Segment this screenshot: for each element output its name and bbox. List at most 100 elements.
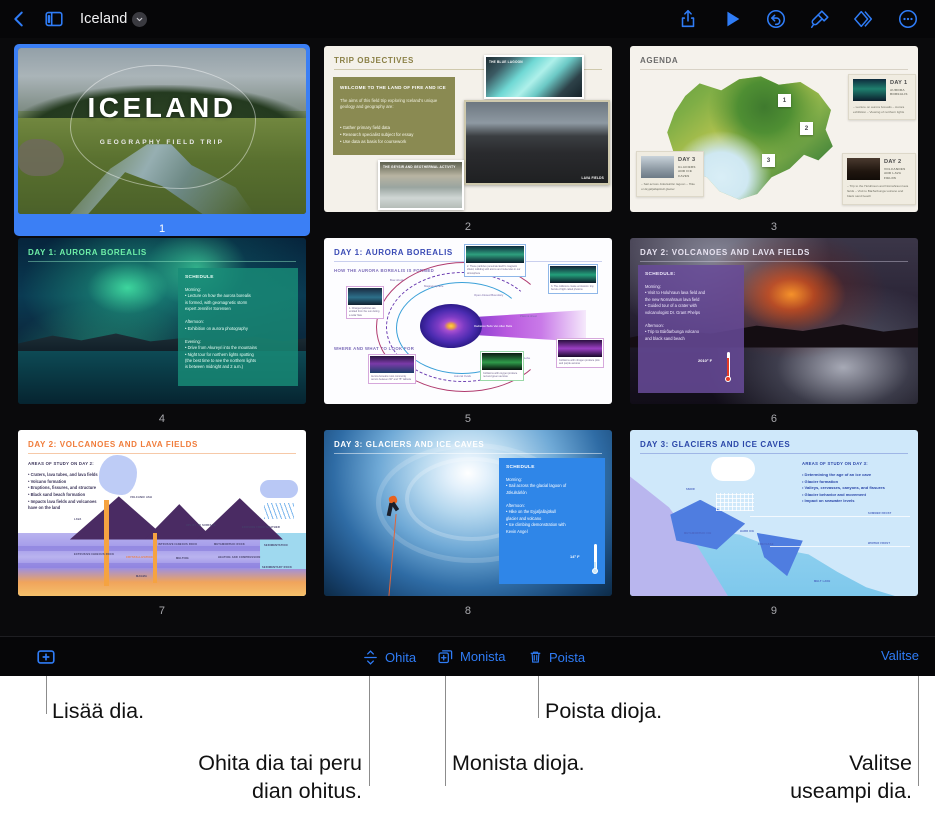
leader-line-duplicate-slide — [445, 676, 447, 786]
callout-box-5: Collisions with oxygen produce red and g… — [480, 351, 524, 381]
undo-icon[interactable] — [765, 8, 787, 30]
photo-caption: LAVA FIELDS — [581, 175, 604, 180]
slide-thumbnail-9[interactable]: DAY 3: GLACIERS AND ICE CAVES AREAS OF S… — [626, 430, 922, 617]
skip-slide-button[interactable]: Ohita — [362, 648, 416, 667]
card-subject: VOLCANOES AND LAVA FIELDS — [884, 167, 906, 180]
document-title-menu[interactable]: Iceland — [80, 11, 148, 27]
leader-line-skip-slide — [369, 676, 371, 786]
box-text: Collisions with nitrogen produce pink an… — [559, 358, 600, 366]
slide-navigator-grid[interactable]: ICELAND GEOGRAPHY FIELD TRIP 1 TRIP OBJE… — [0, 38, 935, 636]
box-text: 1. Charged particles are emitted from th… — [349, 306, 380, 317]
map-pin: 3 — [762, 154, 775, 167]
card-subject: GLACIERS AND ICE CAVES — [678, 165, 696, 178]
diagram-label: CRYSTALLIZATION — [126, 556, 153, 559]
areas-heading: AREAS OF STUDY ON DAY 3: — [802, 461, 868, 466]
slide-thumbnail-8[interactable]: DAY 3: GLACIERS AND ICE CAVES SCHEDULE M… — [320, 430, 616, 617]
photo-lava-fields: LAVA FIELDS — [464, 100, 610, 185]
chevron-down-icon[interactable] — [132, 11, 148, 27]
slide-4-canvas: DAY 1: AURORA BOREALIS SCHEDULE Morning:… — [18, 238, 306, 404]
slide-number: 1 — [158, 223, 166, 235]
slide-8-frame[interactable]: DAY 3: GLACIERS AND ICE CAVES SCHEDULE M… — [320, 430, 616, 600]
annotation: Bow shock — [390, 278, 404, 282]
skip-slide-icon[interactable] — [362, 648, 379, 667]
slide-thumbnail-6[interactable]: DAY 2: VOLCANOES AND LAVA FIELDS SCHEDUL… — [626, 238, 922, 425]
annotation: Radiation Belts Van Allen Belts — [474, 324, 513, 328]
slide-thumbnail-5[interactable]: DAY 1: AURORA BOREALIS HOW THE AURORA BO… — [320, 238, 616, 425]
slide-number: 3 — [770, 221, 778, 233]
box-image — [550, 266, 596, 283]
diagram-label: SUMMER FROST — [868, 512, 892, 515]
format-brush-icon[interactable] — [809, 8, 831, 30]
map-pin: 1 — [778, 94, 791, 107]
slide-6-frame[interactable]: DAY 2: VOLCANOES AND LAVA FIELDS SCHEDUL… — [626, 238, 922, 408]
more-options-icon[interactable] — [897, 8, 919, 30]
plus-in-box-icon[interactable] — [35, 646, 57, 668]
panel-bullets: • Gather primary field data • Research sp… — [340, 125, 414, 144]
toolbar-right-group — [677, 8, 935, 30]
animate-icon[interactable] — [853, 8, 875, 30]
diagram-label: METAMORPHIC ROCK — [214, 543, 245, 546]
summer-frost-line — [750, 516, 910, 517]
delete-slide-button[interactable]: Poista — [528, 648, 585, 666]
title-rule — [28, 261, 296, 262]
schedule-body: Morning: • Lecture on how the aurora bor… — [185, 287, 257, 370]
slide-thumbnail-3[interactable]: AGENDA 1 2 3 DAY 1 AURORA BOREALIS – Lec… — [626, 46, 922, 233]
diagram-label: HEATING AND COMPRESSION — [218, 556, 261, 559]
slide-1-selection-frame[interactable]: ICELAND GEOGRAPHY FIELD TRIP 1 — [14, 44, 310, 236]
box-text: 3. The collisions create emissions: tiny… — [551, 284, 594, 292]
diagram-label: EROSION FROM WEATHER — [242, 526, 280, 529]
diagram-label: LAVA — [74, 518, 82, 521]
box-text: Collisions with oxygen produce red and g… — [483, 371, 518, 379]
leader-line-add-slide — [46, 676, 48, 714]
schedule-heading: SCHEDULE: — [645, 272, 676, 277]
slide-4-frame[interactable]: DAY 1: AURORA BOREALIS SCHEDULE Morning:… — [14, 238, 310, 408]
diagram-label: MAGMA — [136, 575, 148, 578]
callout-box-3: 3. The collisions create emissions: tiny… — [548, 264, 598, 294]
slide-9-canvas: DAY 3: GLACIERS AND ICE CAVES AREAS OF S… — [630, 430, 918, 596]
add-slide-button[interactable] — [35, 646, 63, 668]
slide-thumbnail-7[interactable]: DAY 2: VOLCANOES AND LAVA FIELDS AREAS O… — [14, 430, 310, 617]
select-button[interactable]: Valitse — [881, 648, 919, 663]
slide-thumbnail-4[interactable]: DAY 1: AURORA BOREALIS SCHEDULE Morning:… — [14, 238, 310, 425]
card-image — [641, 156, 674, 178]
duplicate-slide-button[interactable]: Monista — [437, 648, 506, 665]
slide-number: 4 — [158, 413, 166, 425]
sidebar-toggle-icon[interactable] — [43, 8, 65, 30]
slide-1-subtitle: GEOGRAPHY FIELD TRIP — [99, 139, 225, 147]
slide-2-canvas: TRIP OBJECTIVES WELCOME TO THE LAND OF F… — [324, 46, 612, 212]
diagram-label: WINTER FROST — [868, 542, 891, 545]
agenda-card-day1: DAY 1 AURORA BOREALIS – Lecture on auror… — [848, 74, 916, 120]
slide-8-canvas: DAY 3: GLACIERS AND ICE CAVES SCHEDULE M… — [324, 430, 612, 596]
snow-cloud — [710, 456, 755, 481]
duplicate-slide-icon[interactable] — [437, 648, 454, 665]
callout-duplicate-slide: Monista dioja. — [452, 751, 585, 775]
slide-thumbnail-1[interactable]: ICELAND GEOGRAPHY FIELD TRIP 1 — [14, 44, 310, 236]
share-icon[interactable] — [677, 8, 699, 30]
trash-icon[interactable] — [528, 648, 543, 666]
play-icon[interactable] — [721, 8, 743, 30]
skip-slide-label: Ohita — [385, 650, 417, 665]
box-text: 2. These particles penetrate Earth's mag… — [467, 264, 521, 275]
rain-streaks — [264, 503, 294, 520]
slide-1-canvas: ICELAND GEOGRAPHY FIELD TRIP — [18, 48, 306, 214]
diagram-label: VOLCANIC ASH — [130, 496, 153, 499]
slide-6-canvas: DAY 2: VOLCANOES AND LAVA FIELDS SCHEDUL… — [630, 238, 918, 404]
slide-2-frame[interactable]: TRIP OBJECTIVES WELCOME TO THE LAND OF F… — [320, 46, 616, 216]
toolbar-left-group: Iceland — [0, 8, 148, 30]
slide-3-frame[interactable]: AGENDA 1 2 3 DAY 1 AURORA BOREALIS – Lec… — [626, 46, 922, 216]
diagram-label: EXTRUSIVE IGNEOUS ROCK — [74, 553, 115, 556]
slide-7-frame[interactable]: DAY 2: VOLCANOES AND LAVA FIELDS AREAS O… — [14, 430, 310, 600]
ice-climber — [386, 494, 400, 517]
back-icon[interactable] — [8, 8, 30, 30]
callout-box-6: Collisions with nitrogen produce pink an… — [556, 338, 604, 368]
panel-paragraph: The aims of this field trip exploring Ic… — [340, 98, 438, 110]
slide-thumbnail-2[interactable]: TRIP OBJECTIVES WELCOME TO THE LAND OF F… — [320, 46, 616, 233]
slide-5-frame[interactable]: DAY 1: AURORA BOREALIS HOW THE AURORA BO… — [320, 238, 616, 408]
slide-9-frame[interactable]: DAY 3: GLACIERS AND ICE CAVES AREAS OF S… — [626, 430, 922, 600]
annotation-callout-layer: Lisää dia. Ohita dia tai peru dian ohitu… — [0, 676, 935, 828]
slide-5-canvas: DAY 1: AURORA BOREALIS HOW THE AURORA BO… — [324, 238, 612, 404]
slide-8-title: DAY 3: GLACIERS AND ICE CAVES — [334, 440, 485, 449]
slide-number: 6 — [770, 413, 778, 425]
title-rule — [640, 69, 908, 70]
card-lines: – Sail across Jökulsárlón lagoon – Hike … — [641, 182, 695, 191]
